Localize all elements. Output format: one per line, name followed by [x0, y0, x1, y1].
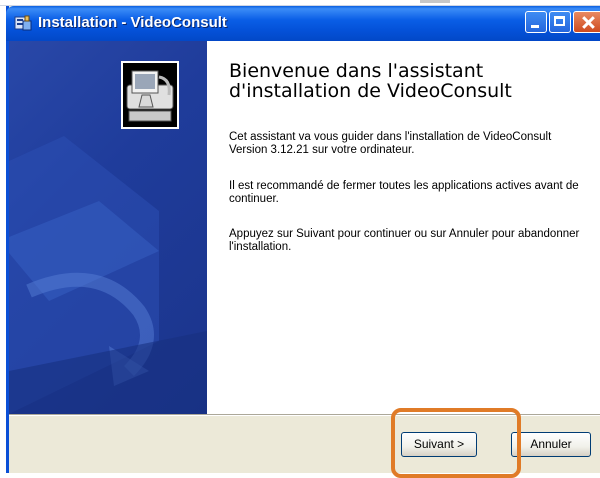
maximize-button[interactable]	[549, 11, 571, 33]
next-button[interactable]: Suivant >	[401, 432, 477, 457]
desktop-mark	[420, 0, 450, 3]
minimize-button[interactable]	[525, 11, 547, 33]
cancel-button[interactable]: Annuler	[511, 432, 591, 457]
installer-window: Installation - VideoConsult Bienvenue da…	[6, 6, 600, 478]
intro-paragraph: Cet assistant va vous guider dans l'inst…	[229, 131, 552, 156]
close-button[interactable]	[573, 11, 600, 33]
welcome-heading: Bienvenue dans l'assistant d'installatio…	[229, 60, 512, 102]
title-bar[interactable]: Installation - VideoConsult	[6, 6, 600, 41]
computer-install-icon	[121, 61, 179, 129]
wizard-side-image	[9, 41, 207, 414]
recommendation-paragraph: Il est recommandé de fermer toutes les a…	[229, 180, 579, 205]
wizard-content: Bienvenue dans l'assistant d'installatio…	[229, 41, 599, 414]
footer-separator	[9, 414, 600, 416]
window-title: Installation - VideoConsult	[38, 14, 227, 31]
wizard-body: Bienvenue dans l'assistant d'installatio…	[9, 41, 600, 414]
instructions-paragraph: Appuyez sur Suivant pour continuer ou su…	[229, 228, 580, 253]
installer-icon	[14, 15, 32, 31]
